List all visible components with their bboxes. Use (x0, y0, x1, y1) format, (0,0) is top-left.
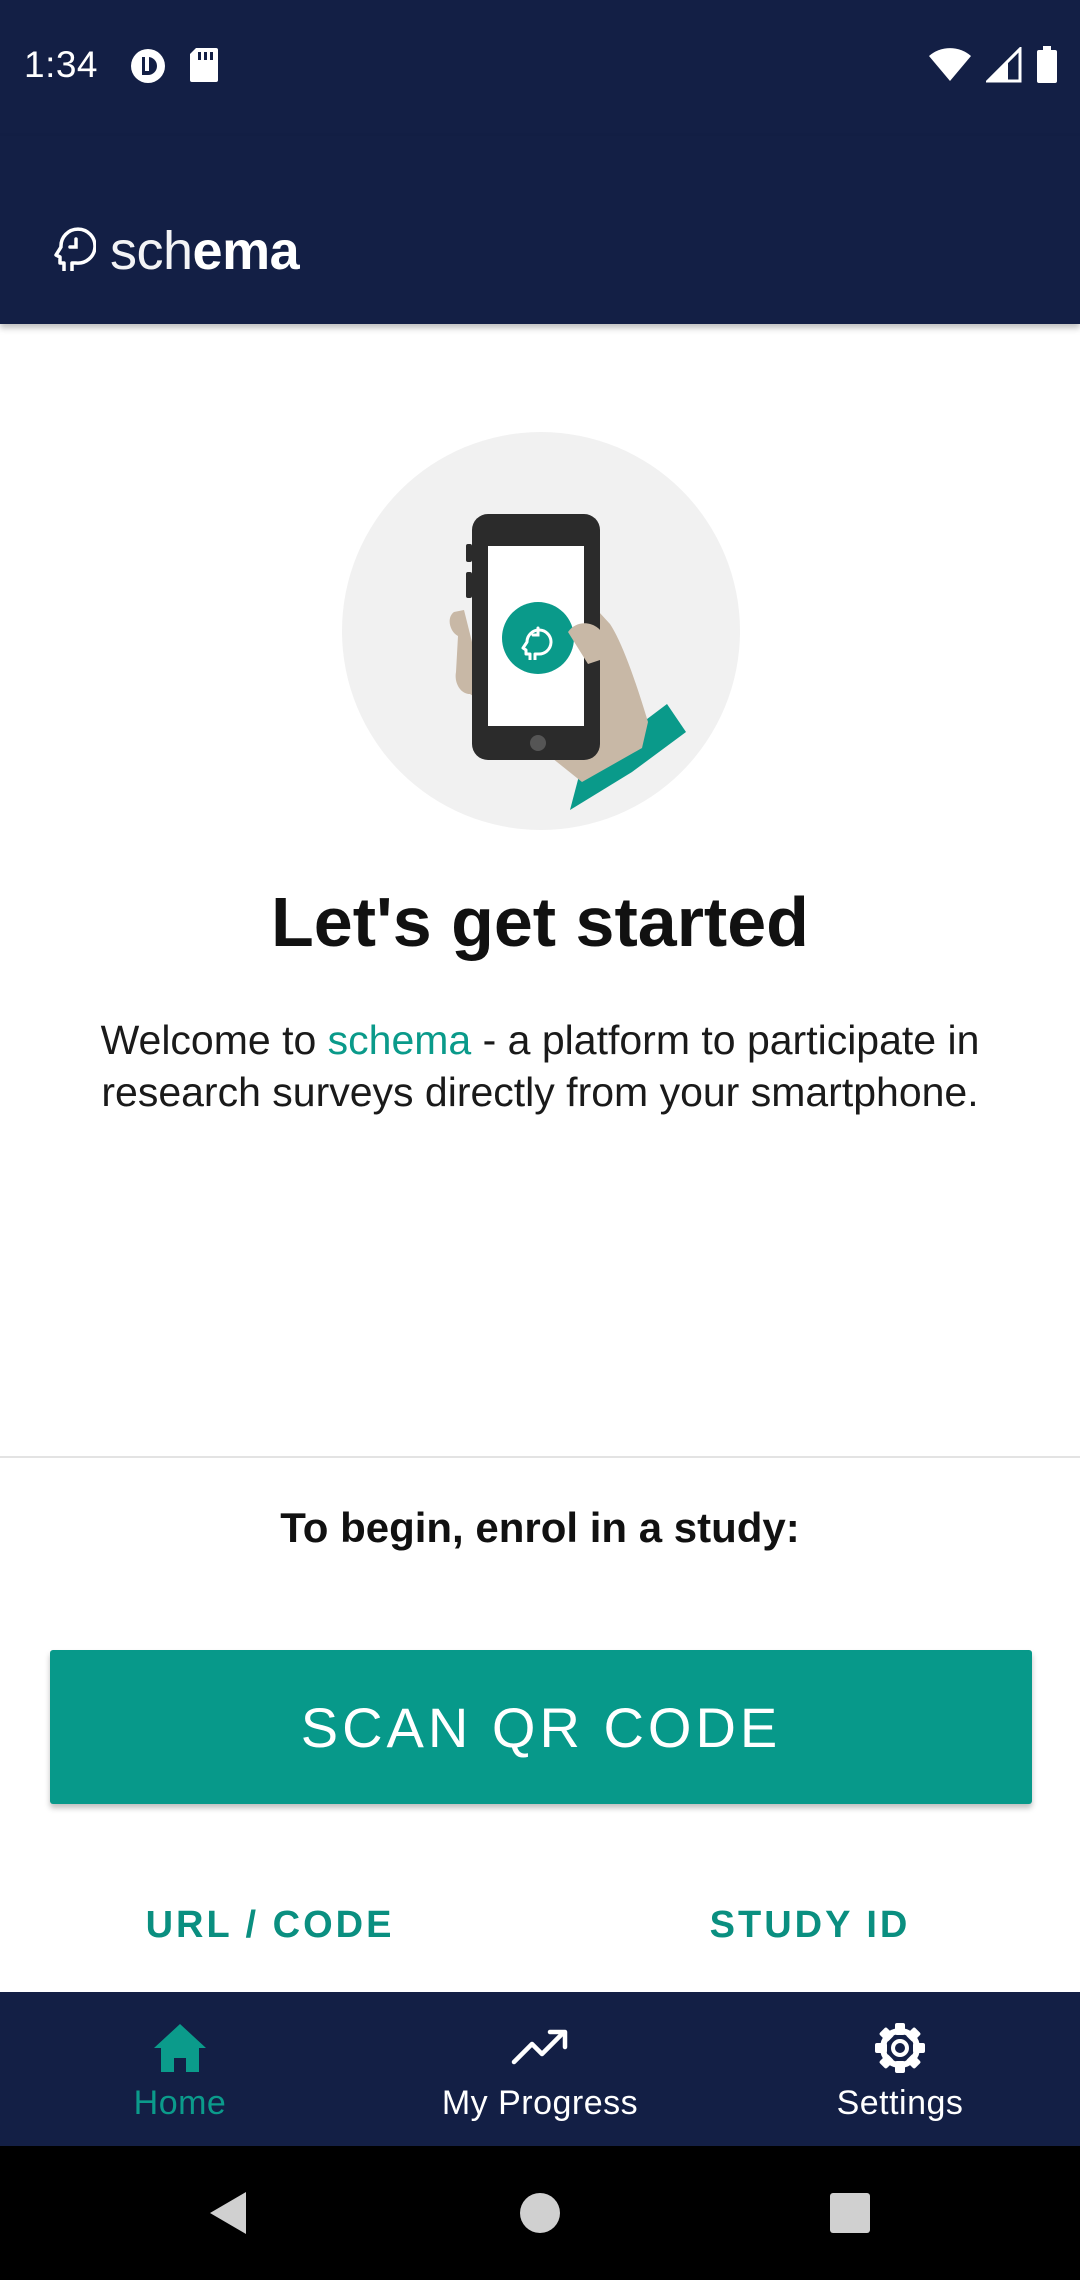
nav-item-settings[interactable]: Settings (720, 1992, 1080, 2146)
app-header: schema (0, 136, 1080, 324)
wifi-icon (929, 48, 971, 81)
battery-icon (1037, 46, 1057, 83)
nav-label-my-progress: My Progress (441, 2084, 639, 2122)
status-time: 1:34 (24, 44, 99, 85)
nav-item-home[interactable]: Home (0, 1992, 360, 2146)
trending-up-icon (511, 2029, 568, 2065)
screen: 1:34 schema Let's get started Welcome to… (0, 0, 1080, 2280)
welcome-brand: schema (327, 1017, 472, 1063)
sd-card-icon (190, 48, 218, 82)
schema-logo: schema (52, 220, 300, 282)
system-navigation-bar (0, 2146, 1080, 2280)
study-id-button[interactable]: STUDY ID (660, 1890, 960, 1960)
phone-in-hand-illustration (449, 514, 686, 810)
headline: Let's get started (271, 883, 809, 961)
status-bar: 1:34 (0, 0, 1080, 136)
enrol-prompt: To begin, enrol in a study: (280, 1504, 800, 1551)
status-icons-right (928, 46, 1058, 84)
scan-qr-code-button[interactable]: SCAN QR CODE (50, 1650, 1032, 1804)
logo-text-light: sch (110, 221, 193, 281)
nav-item-my-progress[interactable]: My Progress (360, 1992, 720, 2146)
gear-icon (875, 2023, 925, 2073)
data-saver-icon (131, 49, 165, 83)
status-icons-left (128, 46, 220, 86)
welcome-prefix: Welcome to (100, 1017, 328, 1063)
nav-label-settings: Settings (836, 2084, 964, 2122)
home-icon (154, 2024, 206, 2072)
logo-text: schema (110, 220, 300, 282)
bottom-navigation: Home My Progress Settings (0, 1992, 1080, 2146)
url-code-button[interactable]: URL / CODE (120, 1890, 420, 1960)
welcome-text: Welcome to schema - a platform to partic… (100, 1014, 980, 1118)
logo-text-bold: ema (192, 221, 300, 281)
back-icon[interactable] (204, 2188, 250, 2238)
home-circle-icon[interactable] (518, 2188, 562, 2238)
schema-head-clock-icon (54, 227, 96, 271)
section-divider (0, 1456, 1080, 1458)
recents-icon[interactable] (828, 2188, 872, 2238)
signal-icon (986, 47, 1022, 83)
nav-label-home: Home (133, 2084, 227, 2122)
